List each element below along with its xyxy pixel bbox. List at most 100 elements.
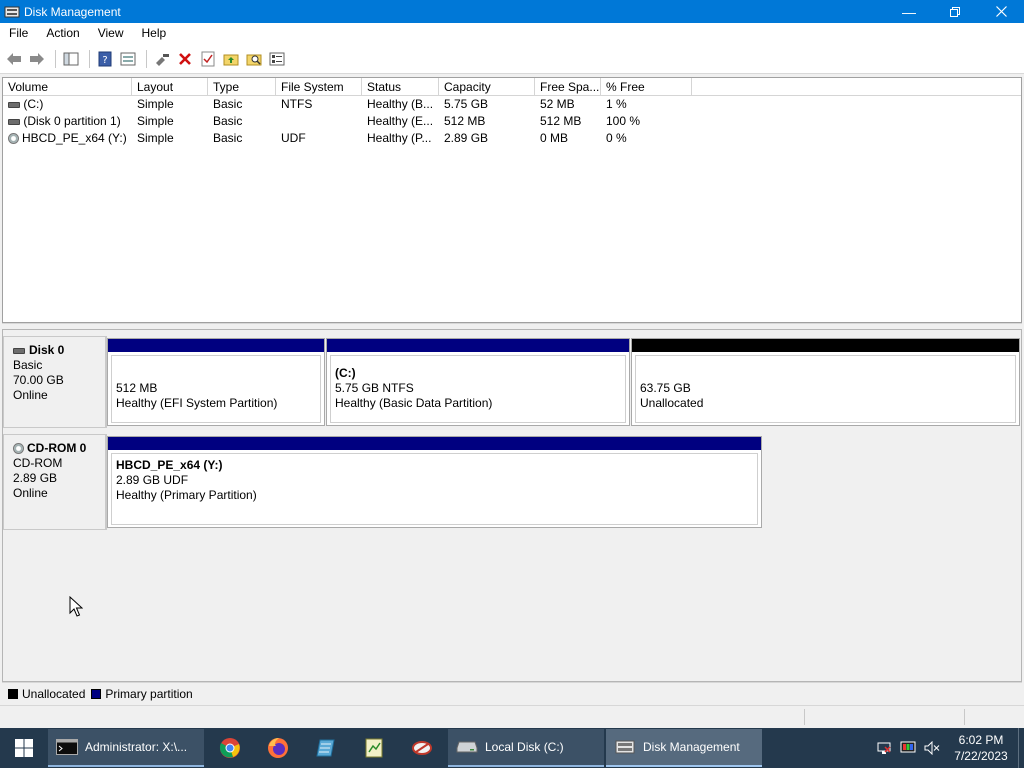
volume-capacity: 512 MB	[444, 114, 486, 128]
properties-view-icon	[120, 52, 136, 65]
search-folder-button[interactable]	[244, 49, 264, 69]
table-row[interactable]: (Disk 0 partition 1) Simple Basic Health…	[3, 113, 1021, 130]
column-header-layout[interactable]: Layout	[132, 78, 208, 96]
disk-size: 2.89 GB	[13, 471, 58, 485]
volume-status: Healthy (E...	[367, 114, 434, 128]
volume-file-system	[276, 113, 362, 130]
help-icon: ?	[98, 51, 112, 66]
partition-efi[interactable]: 512 MB Healthy (EFI System Partition)	[107, 338, 325, 426]
toolbar-separator	[55, 49, 56, 68]
taskbar-item-disk-management[interactable]: Disk Management	[606, 729, 762, 767]
unallocated-bar	[632, 339, 1019, 352]
taskbar-pinned-tool[interactable]	[398, 728, 446, 768]
mouse-cursor-icon	[69, 596, 83, 617]
partition-size: 2.89 GB UDF	[116, 473, 189, 487]
volume-status: Healthy (B...	[367, 97, 434, 111]
show-desktop-button[interactable]	[1018, 728, 1024, 768]
show-hide-console-tree-button[interactable]	[61, 49, 81, 69]
taskbar-item-label: Disk Management	[643, 740, 740, 754]
partition-status: Healthy (EFI System Partition)	[116, 396, 278, 410]
volume-list: Volume Layout Type File System Status Ca…	[2, 77, 1022, 323]
column-header-status[interactable]: Status	[362, 78, 439, 96]
close-icon	[995, 6, 1007, 17]
help-button[interactable]: ?	[95, 49, 115, 69]
status-bar	[0, 705, 1024, 728]
cdrom-icon	[8, 133, 19, 145]
disk-management-icon	[615, 740, 635, 754]
restore-button[interactable]	[932, 0, 978, 23]
cmd-icon	[56, 739, 78, 755]
forward-button[interactable]	[27, 49, 47, 69]
menu-view[interactable]: View	[89, 23, 133, 44]
firefox-icon	[268, 737, 288, 758]
taskbar-item-label: Administrator: X:\...	[85, 740, 188, 754]
display-tray-button[interactable]	[898, 738, 918, 758]
volume-layout: Simple	[137, 97, 174, 111]
column-header-file-system[interactable]: File System	[276, 78, 362, 96]
partition-c[interactable]: (C:) 5.75 GB NTFS Healthy (Basic Data Pa…	[326, 338, 630, 426]
start-button[interactable]	[0, 728, 48, 768]
menu-file[interactable]: File	[0, 23, 37, 44]
notepad-icon	[316, 739, 335, 757]
column-header-volume[interactable]: Volume	[3, 78, 132, 96]
properties-button[interactable]	[267, 49, 287, 69]
back-arrow-icon	[7, 52, 21, 65]
table-row[interactable]: HBCD_PE_x64 (Y:) Simple Basic UDF Health…	[3, 130, 1021, 147]
toolbar: ?	[0, 44, 1024, 74]
volume-list-header: Volume Layout Type File System Status Ca…	[3, 78, 1021, 96]
speaker-muted-icon	[924, 741, 940, 755]
taskbar-pinned-notepad[interactable]	[302, 728, 350, 768]
primary-swatch	[91, 688, 102, 699]
disk-state: Online	[13, 388, 48, 402]
menu-bar: File Action View Help	[0, 23, 1024, 44]
partition-title: HBCD_PE_x64 (Y:)	[116, 458, 223, 472]
volume-tray-button[interactable]	[922, 738, 942, 758]
back-button[interactable]	[4, 49, 24, 69]
chrome-icon	[219, 738, 240, 758]
status-separator	[964, 709, 965, 725]
taskbar-pinned-firefox[interactable]	[254, 728, 302, 768]
primary-partition-bar	[108, 339, 324, 352]
drive-icon	[8, 102, 20, 108]
menu-help[interactable]: Help	[133, 23, 176, 44]
menu-action[interactable]: Action	[37, 23, 88, 44]
taskbar-item-command-prompt[interactable]: Administrator: X:\...	[48, 729, 204, 767]
cdrom-0-label[interactable]: CD-ROM 0 CD-ROM 2.89 GB Online	[3, 434, 107, 530]
partition-hbcd[interactable]: HBCD_PE_x64 (Y:) 2.89 GB UDF Healthy (Pr…	[107, 436, 762, 528]
delete-x-icon	[179, 52, 191, 65]
taskbar-item-local-disk[interactable]: Local Disk (C:)	[448, 729, 604, 767]
unallocated-swatch	[8, 688, 18, 699]
properties-view-button[interactable]	[118, 49, 138, 69]
taskbar-pinned-editor[interactable]	[350, 728, 398, 768]
disk-graphical-view: Disk 0 Basic 70.00 GB Online 512 MB Heal…	[2, 329, 1022, 682]
disk-state: Online	[13, 486, 48, 500]
volume-file-system: NTFS	[281, 97, 313, 111]
column-header-type[interactable]: Type	[208, 78, 276, 96]
drive-icon	[13, 347, 25, 354]
close-button[interactable]	[978, 0, 1024, 23]
legend-primary: Primary partition	[105, 686, 193, 701]
volume-name: HBCD_PE_x64 (Y:)	[22, 131, 127, 145]
status-separator	[804, 709, 805, 725]
volume-type: Basic	[213, 97, 243, 111]
column-header-capacity[interactable]: Capacity	[439, 78, 535, 96]
folder-up-icon	[223, 54, 239, 65]
table-row[interactable]: (C:) Simple Basic NTFS Healthy (B... 5.7…	[3, 96, 1021, 113]
minimize-button[interactable]: —	[886, 0, 932, 23]
properties-icon	[269, 52, 285, 65]
taskbar-pinned-chrome[interactable]	[206, 728, 254, 768]
primary-partition-bar	[327, 339, 629, 352]
volume-free-space: 0 MB	[540, 131, 569, 145]
delete-button[interactable]	[175, 49, 195, 69]
connect-disk-button[interactable]	[152, 49, 172, 69]
disk-name: Disk 0	[29, 343, 65, 357]
disk-0-label[interactable]: Disk 0 Basic 70.00 GB Online	[3, 336, 107, 428]
column-header-percent-free[interactable]: % Free	[601, 78, 692, 96]
taskbar-clock[interactable]: 6:02 PM 7/22/2023	[944, 732, 1018, 764]
partition-unallocated[interactable]: 63.75 GB Unallocated	[631, 338, 1020, 426]
volume-layout: Simple	[137, 114, 174, 128]
up-folder-button[interactable]	[221, 49, 241, 69]
column-header-free-space[interactable]: Free Spa...	[535, 78, 601, 96]
network-disconnected-tray-button[interactable]	[874, 738, 894, 758]
check-button[interactable]	[198, 49, 218, 69]
